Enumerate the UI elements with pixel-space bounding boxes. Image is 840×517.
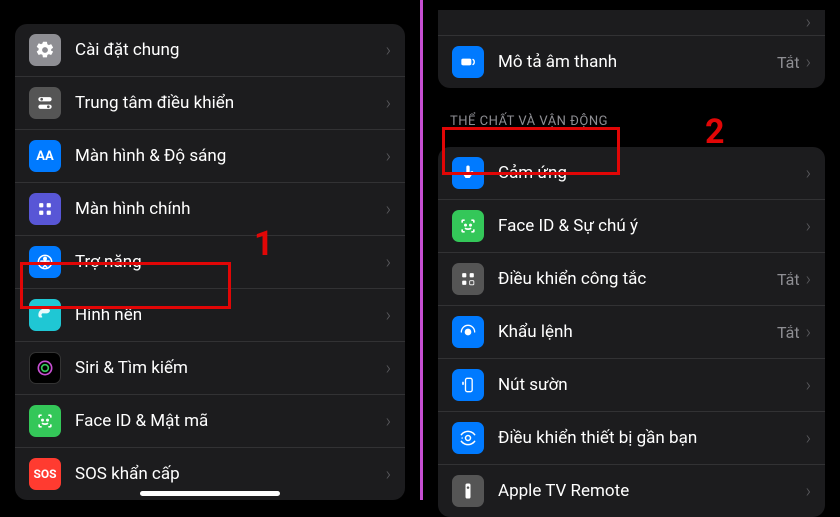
chevron-right-icon: ›: [386, 40, 391, 61]
wallpaper-icon: [29, 299, 61, 331]
chevron-right-icon: ›: [386, 146, 391, 167]
chevron-right-icon: ›: [806, 322, 811, 343]
row-faceid-passcode[interactable]: Face ID & Mật mã ›: [15, 395, 405, 448]
settings-screen-left: Cài đặt chung › Trung tâm điều khiển › A…: [0, 0, 420, 500]
row-label: ·: [498, 13, 806, 33]
row-label: SOS khẩn cấp: [75, 464, 386, 484]
chevron-right-icon: ›: [806, 481, 811, 502]
row-apple-tv-remote[interactable]: Apple TV Remote ›: [438, 465, 825, 517]
accessibility-icon: [29, 246, 61, 278]
row-label: Face ID & Sự chú ý: [498, 216, 806, 236]
settings-group: Cài đặt chung › Trung tâm điều khiển › A…: [15, 24, 405, 500]
row-label: Mô tả âm thanh: [498, 52, 777, 72]
chevron-right-icon: ›: [386, 464, 391, 485]
row-display-brightness[interactable]: AA Màn hình & Độ sáng ›: [15, 130, 405, 183]
row-label: Nút sườn: [498, 375, 806, 395]
chevron-right-icon: ›: [806, 269, 811, 290]
touch-icon: [452, 157, 484, 189]
row-nearby-device-control[interactable]: Điều khiển thiết bị gần bạn ›: [438, 412, 825, 465]
row-control-center[interactable]: Trung tâm điều khiển ›: [15, 77, 405, 130]
remote-icon: [452, 475, 484, 507]
chevron-right-icon: ›: [386, 305, 391, 326]
audio-description-icon: [452, 46, 484, 78]
row-wallpaper[interactable]: Hình nền ›: [15, 289, 405, 342]
faceid-icon: [452, 210, 484, 242]
row-label: Face ID & Mật mã: [75, 411, 386, 431]
row-home-screen[interactable]: Màn hình chính ›: [15, 183, 405, 236]
row-voice-control[interactable]: Khẩu lệnh Tắt ›: [438, 306, 825, 359]
row-faceid-attention[interactable]: Face ID & Sự chú ý ›: [438, 200, 825, 253]
row-label: Màn hình chính: [75, 199, 386, 219]
row-label: Cảm ứng: [498, 163, 806, 183]
accessibility-screen-right: · › Mô tả âm thanh Tắt › THỂ CHẤT VÀ VẬN…: [420, 0, 840, 500]
faceid-icon: [29, 405, 61, 437]
physical-group: Cảm ứng › Face ID & Sự chú ý › Điều khiể…: [438, 147, 825, 517]
text-size-icon: AA: [29, 140, 61, 172]
row-label: Hình nền: [75, 305, 386, 325]
chevron-right-icon: ›: [386, 358, 391, 379]
section-header-physical: THỂ CHẤT VÀ VẬN ĐỘNG: [438, 106, 825, 133]
home-screen-icon: [29, 193, 61, 225]
chevron-right-icon: ›: [806, 12, 811, 33]
row-value: Tắt: [777, 270, 800, 289]
row-siri-search[interactable]: Siri & Tìm kiếm ›: [15, 342, 405, 395]
row-label: Trợ năng: [75, 252, 386, 272]
home-indicator[interactable]: [140, 491, 280, 496]
siri-icon: [29, 352, 61, 384]
row-touch[interactable]: Cảm ứng ›: [438, 147, 825, 200]
chevron-right-icon: ›: [386, 252, 391, 273]
row-partial-top[interactable]: · ›: [438, 10, 825, 36]
row-audio-descriptions[interactable]: Mô tả âm thanh Tắt ›: [438, 36, 825, 88]
nearby-device-icon: [452, 422, 484, 454]
row-label: Điều khiển thiết bị gần bạn: [498, 428, 806, 448]
row-label: Khẩu lệnh: [498, 322, 777, 342]
side-button-icon: [452, 369, 484, 401]
chevron-right-icon: ›: [806, 163, 811, 184]
chevron-right-icon: ›: [386, 199, 391, 220]
highlight-1-label: 1: [254, 224, 274, 264]
sos-icon: SOS: [29, 458, 61, 490]
row-value: Tắt: [777, 53, 800, 72]
top-group: · › Mô tả âm thanh Tắt ›: [438, 10, 825, 88]
row-value: Tắt: [777, 323, 800, 342]
gear-icon: [29, 34, 61, 66]
chevron-right-icon: ›: [806, 375, 811, 396]
row-label: Trung tâm điều khiển: [75, 93, 386, 113]
chevron-right-icon: ›: [386, 93, 391, 114]
row-switch-control[interactable]: Điều khiển công tắc Tắt ›: [438, 253, 825, 306]
toggles-icon: [29, 87, 61, 119]
row-label: Điều khiển công tắc: [498, 269, 777, 289]
chevron-right-icon: ›: [386, 411, 391, 432]
row-label: Màn hình & Độ sáng: [75, 146, 386, 166]
row-general[interactable]: Cài đặt chung ›: [15, 24, 405, 77]
row-accessibility[interactable]: Trợ năng ›: [15, 236, 405, 289]
row-label: Cài đặt chung: [75, 40, 386, 60]
switch-control-icon: [452, 263, 484, 295]
row-label: Siri & Tìm kiếm: [75, 358, 386, 378]
chevron-right-icon: ›: [806, 52, 811, 73]
chevron-right-icon: ›: [806, 216, 811, 237]
row-side-button[interactable]: Nút sườn ›: [438, 359, 825, 412]
highlight-2-label: 2: [705, 112, 725, 152]
chevron-right-icon: ›: [806, 428, 811, 449]
voice-control-icon: [452, 316, 484, 348]
row-label: Apple TV Remote: [498, 481, 806, 501]
